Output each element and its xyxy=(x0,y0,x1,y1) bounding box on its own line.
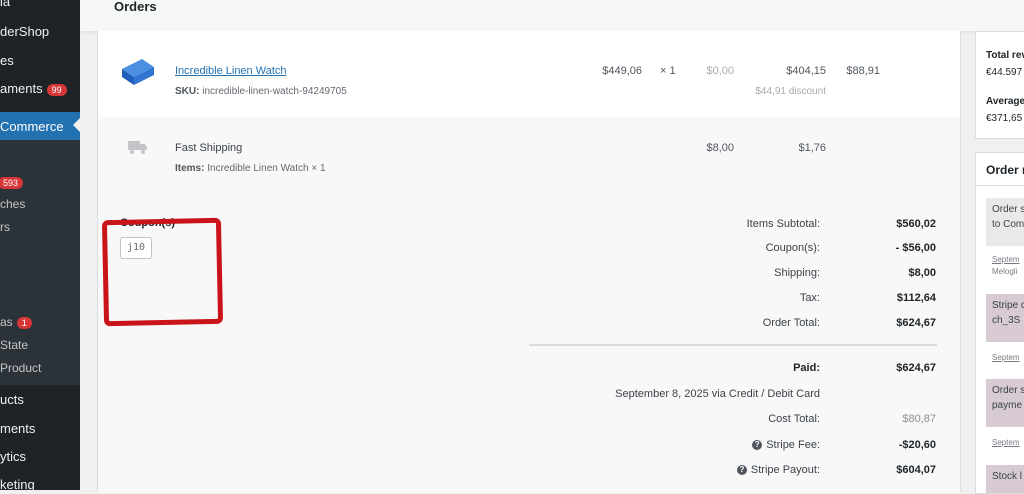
sidebar-item-wondershop[interactable]: derShop xyxy=(0,24,49,39)
cost-total-value: $80,87 xyxy=(902,413,936,425)
stripe-fee-value: -$20,60 xyxy=(898,439,936,451)
sidebar-item-state[interactable]: State xyxy=(0,338,28,352)
item-discount: $44,91 discount xyxy=(755,86,826,97)
average-label: Average xyxy=(986,96,1024,107)
product-name-link[interactable]: Incredible Linen Watch xyxy=(175,65,287,77)
note-author: Melogli xyxy=(992,267,1018,276)
order-notes-panel: Order n Order sto Com Septem Melogli Str… xyxy=(975,152,1024,494)
note-meta: Septem xyxy=(992,438,1020,447)
sidebar-item-product[interactable]: Product xyxy=(0,361,41,375)
sidebar-item-orders[interactable]: 593 xyxy=(0,175,24,189)
extras-count-badge: 1 xyxy=(16,316,32,329)
line-item-row: Incredible Linen Watch SKU: incredible-l… xyxy=(98,31,960,118)
shipping-cost: $8,00 xyxy=(706,142,734,154)
total-revenue-label: Total rev xyxy=(986,50,1024,61)
page-title: Orders xyxy=(114,0,157,14)
sidebar-item-analytics[interactable]: ytics xyxy=(0,449,26,464)
sidebar-item-payments[interactable]: ments xyxy=(0,421,35,436)
item-total: $404,15 xyxy=(786,65,826,77)
annotation-highlight-box xyxy=(101,217,224,327)
admin-sidebar: ia derShop es aments 99 Commerce 593 ches… xyxy=(0,0,80,490)
shipping-items: Items: Incredible Linen Watch × 1 xyxy=(175,163,326,174)
orders-count-badge: 593 xyxy=(0,176,24,189)
help-icon[interactable]: ? xyxy=(752,440,763,451)
note-meta: Septem xyxy=(992,255,1020,264)
sidebar-item-pages[interactable]: es xyxy=(0,53,14,68)
order-items-card: Incredible Linen Watch SKU: incredible-l… xyxy=(97,31,961,493)
item-tax: $88,91 xyxy=(846,65,880,77)
customer-history-panel: Total rev €44.597 Average €371,65 xyxy=(975,31,1024,139)
sidebar-item-extras[interactable]: as 1 xyxy=(0,315,32,329)
product-thumbnail[interactable] xyxy=(120,55,156,87)
items-subtotal-label: Items Subtotal: xyxy=(746,218,820,230)
active-menu-arrow xyxy=(73,118,80,132)
sidebar-item-woocommerce[interactable]: Commerce xyxy=(0,112,80,142)
item-cost: $449,06 xyxy=(602,65,642,77)
shipping-method-name: Fast Shipping xyxy=(175,142,243,154)
sidebar-item-searches[interactable]: ches xyxy=(0,197,25,211)
order-note: Stripe c ch_3S xyxy=(986,294,1024,342)
order-totals-section: Coupon(s) j10 Items Subtotal: $560,02 Co… xyxy=(98,193,960,493)
page-header: Orders xyxy=(80,0,1024,31)
tax-total-value: $112,64 xyxy=(896,292,936,304)
total-revenue-value: €44.597 xyxy=(986,67,1023,78)
order-note: Order s payme xyxy=(986,379,1024,427)
order-total-value: $624,67 xyxy=(896,317,936,329)
note-meta: Septem xyxy=(992,353,1020,362)
order-total-label: Order Total: xyxy=(762,317,820,329)
coupons-total-value: - $56,00 xyxy=(895,242,936,254)
paid-value: $624,67 xyxy=(896,362,936,374)
items-subtotal-value: $560,02 xyxy=(896,218,936,230)
order-notes-heading: Order n xyxy=(986,163,1024,177)
help-icon[interactable]: ? xyxy=(736,465,747,476)
sidebar-item-marketing[interactable]: keting xyxy=(0,477,35,490)
stripe-payout-label: ? Stripe Payout: xyxy=(736,464,820,476)
paid-label: Paid: xyxy=(793,362,820,374)
sidebar-item-customers[interactable]: rs xyxy=(0,220,10,234)
stripe-payout-value: $604,07 xyxy=(896,464,936,476)
product-sku: SKU: incredible-linen-watch-94249705 xyxy=(175,86,347,97)
shipping-tax: $1,76 xyxy=(798,142,826,154)
item-quantity: × 1 xyxy=(660,65,676,77)
sidebar-item-products[interactable]: ucts xyxy=(0,392,24,407)
sidebar-item-media[interactable]: ia xyxy=(0,0,10,9)
shipping-line-row: Fast Shipping Items: Incredible Linen Wa… xyxy=(98,117,960,194)
truck-icon xyxy=(128,141,147,154)
cost-total-label: Cost Total: xyxy=(768,413,820,425)
shipping-total-label: Shipping: xyxy=(774,267,820,279)
shipping-total-value: $8,00 xyxy=(908,267,936,279)
average-value: €371,65 xyxy=(986,113,1023,124)
item-zero-tax: $0,00 xyxy=(706,65,734,77)
order-note: Order s to Com xyxy=(986,198,1024,246)
comments-count-badge: 99 xyxy=(46,83,67,96)
totals-divider xyxy=(529,344,937,346)
coupons-total-label: Coupon(s): xyxy=(765,242,820,254)
sidebar-item-comments[interactable]: aments 99 xyxy=(0,81,67,96)
stripe-fee-label: ? Stripe Fee: xyxy=(752,439,820,451)
payment-date-method: September 8, 2025 via Credit / Debit Car… xyxy=(615,388,820,400)
tax-total-label: Tax: xyxy=(799,292,820,304)
